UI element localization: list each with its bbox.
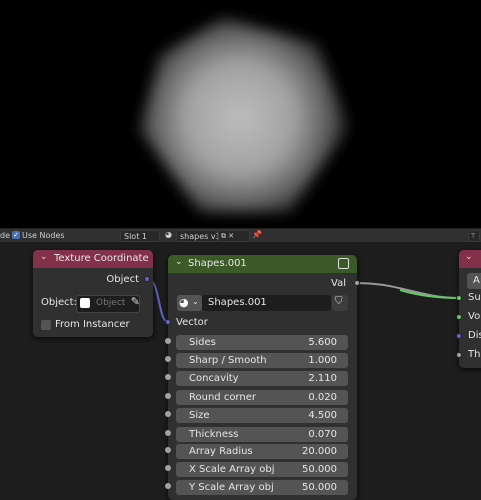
material-name: shapes v3 — [180, 232, 221, 241]
size-field[interactable]: Size 4.500 — [176, 408, 348, 423]
slot-label: Slot 1 — [124, 232, 147, 241]
collapse-chevron-icon[interactable]: ⌄ — [40, 252, 48, 262]
slot-dropdown[interactable]: Slot 1 — [120, 230, 160, 242]
target-dropdown[interactable]: A — [467, 273, 481, 289]
rendered-shape — [140, 18, 348, 212]
field-label: Concavity — [189, 373, 239, 384]
object-cube-icon — [80, 298, 90, 308]
node-editor-header: de ✓ Use Nodes Slot 1 ◕ shapes v3 ⧉ ✕ 📌 … — [0, 228, 481, 242]
material-sphere-icon[interactable]: ◕ — [165, 229, 172, 240]
y-scale-array-field[interactable]: Y Scale Array obj 50.000 — [176, 480, 348, 495]
displacement-input-socket[interactable] — [456, 333, 462, 339]
field-label: Array Radius — [189, 446, 253, 457]
field-label: Thickness — [189, 429, 239, 440]
pin-icon[interactable]: 📌 — [252, 229, 262, 240]
field-label: X Scale Array obj — [189, 464, 275, 475]
volume-input-socket[interactable] — [456, 314, 462, 320]
thickness-field[interactable]: Thickness 0.070 — [176, 427, 348, 442]
field-value: 20.000 — [302, 446, 337, 457]
shapes-group-node[interactable]: ⌄ Shapes.001 Val ◕ ⌄ Shapes.001 ⛉ Vector… — [168, 255, 357, 500]
field-value: 50.000 — [302, 482, 337, 493]
fake-user-button[interactable]: ⛉ — [332, 295, 348, 311]
vector-input-label: Vector — [176, 317, 208, 328]
array-radius-input-socket[interactable] — [165, 447, 171, 453]
field-value: 4.500 — [308, 410, 337, 421]
sides-input-socket[interactable] — [165, 338, 171, 344]
mode-label-fragment: de — [0, 231, 10, 240]
use-nodes-checkbox[interactable]: ✓ — [12, 231, 20, 239]
displacement-input-label: Dis — [468, 330, 481, 341]
render-viewport[interactable] — [0, 0, 481, 228]
concavity-input-socket[interactable] — [165, 374, 171, 380]
object-output-label: Object — [106, 274, 139, 285]
concavity-field[interactable]: Concavity 2.110 — [176, 371, 348, 386]
node-editor-canvas[interactable]: ⌄ Texture Coordinate Object Object: Obje… — [0, 242, 481, 500]
round-corner-field[interactable]: Round corner 0.020 — [176, 390, 348, 405]
duplicate-material-icon[interactable]: ⧉ ✕ — [221, 231, 234, 242]
size-input-socket[interactable] — [165, 411, 171, 417]
object-field-label: Object: — [41, 297, 77, 308]
material-name-field[interactable]: shapes v3 — [176, 230, 221, 242]
thickness-input-label: Thi — [468, 349, 481, 360]
thickness-input-socket[interactable] — [165, 430, 171, 436]
thickness-input-socket[interactable] — [456, 352, 462, 358]
use-nodes-label: Use Nodes — [22, 231, 65, 240]
object-placeholder: Object — [96, 298, 126, 308]
target-dropdown-label: A — [473, 275, 480, 286]
node-group-name-field[interactable]: Shapes.001 — [202, 295, 331, 311]
array-radius-field[interactable]: Array Radius 20.000 — [176, 444, 348, 459]
val-output-socket[interactable] — [354, 280, 360, 286]
field-label: Round corner — [189, 392, 256, 403]
header-overlay-button[interactable]: T — [468, 230, 480, 242]
eyedropper-icon[interactable]: ✎ — [131, 295, 140, 308]
round-corner-input-socket[interactable] — [165, 393, 171, 399]
y-scale-array-input-socket[interactable] — [165, 483, 171, 489]
field-label: Size — [189, 410, 210, 421]
object-picker-field[interactable]: Object ✎ — [76, 295, 140, 313]
material-output-node[interactable]: ⌄ A Sur Vol Dis Thi — [459, 250, 481, 368]
node-group-icon[interactable] — [338, 258, 349, 269]
overlay-icon: T — [471, 232, 476, 240]
texture-coordinate-node[interactable]: ⌄ Texture Coordinate Object Object: Obje… — [33, 250, 153, 337]
collapse-chevron-icon[interactable]: ⌄ — [175, 257, 183, 267]
link-val-to-surface-left — [356, 282, 460, 299]
vector-input-socket[interactable] — [165, 319, 171, 325]
texture-coordinate-title: Texture Coordinate — [54, 253, 149, 264]
volume-input-label: Vol — [468, 311, 481, 322]
field-label: Sides — [189, 337, 216, 348]
rendered-shape-preview — [140, 18, 348, 212]
node-group-name: Shapes.001 — [208, 297, 267, 308]
field-value: 5.600 — [308, 337, 337, 348]
sharp-smooth-field[interactable]: Sharp / Smooth 1.000 — [176, 353, 348, 368]
surface-input-socket[interactable] — [456, 295, 462, 301]
node-tree-browse-button[interactable]: ◕ ⌄ — [177, 295, 202, 311]
material-buttons[interactable]: ⧉ ✕ — [218, 230, 250, 242]
dropdown-chevron-icon: ⌄ — [192, 297, 199, 306]
from-instancer-checkbox[interactable] — [41, 320, 51, 330]
field-label: Y Scale Array obj — [189, 482, 274, 493]
shapes-node-header[interactable]: ⌄ Shapes.001 — [168, 255, 357, 273]
field-value: 2.110 — [308, 373, 337, 384]
x-scale-array-field[interactable]: X Scale Array obj 50.000 — [176, 462, 348, 477]
field-label: Sharp / Smooth — [189, 355, 267, 366]
from-instancer-label: From Instancer — [55, 319, 130, 330]
field-value: 0.070 — [308, 429, 337, 440]
field-value: 1.000 — [308, 355, 337, 366]
field-value: 0.020 — [308, 392, 337, 403]
sides-field[interactable]: Sides 5.600 — [176, 335, 348, 350]
x-scale-array-input-socket[interactable] — [165, 465, 171, 471]
collapse-chevron-icon[interactable]: ⌄ — [465, 252, 473, 262]
object-output-socket[interactable] — [144, 276, 150, 282]
node-tree-icon: ◕ — [179, 296, 189, 309]
surface-input-label: Sur — [468, 292, 481, 303]
field-value: 50.000 — [302, 464, 337, 475]
texture-coordinate-header[interactable]: ⌄ Texture Coordinate — [33, 250, 153, 268]
sharp-smooth-input-socket[interactable] — [165, 356, 171, 362]
val-output-label: Val — [331, 278, 346, 289]
shield-icon: ⛉ — [335, 296, 343, 307]
material-output-header[interactable]: ⌄ — [459, 250, 481, 268]
shapes-node-title: Shapes.001 — [188, 258, 247, 269]
